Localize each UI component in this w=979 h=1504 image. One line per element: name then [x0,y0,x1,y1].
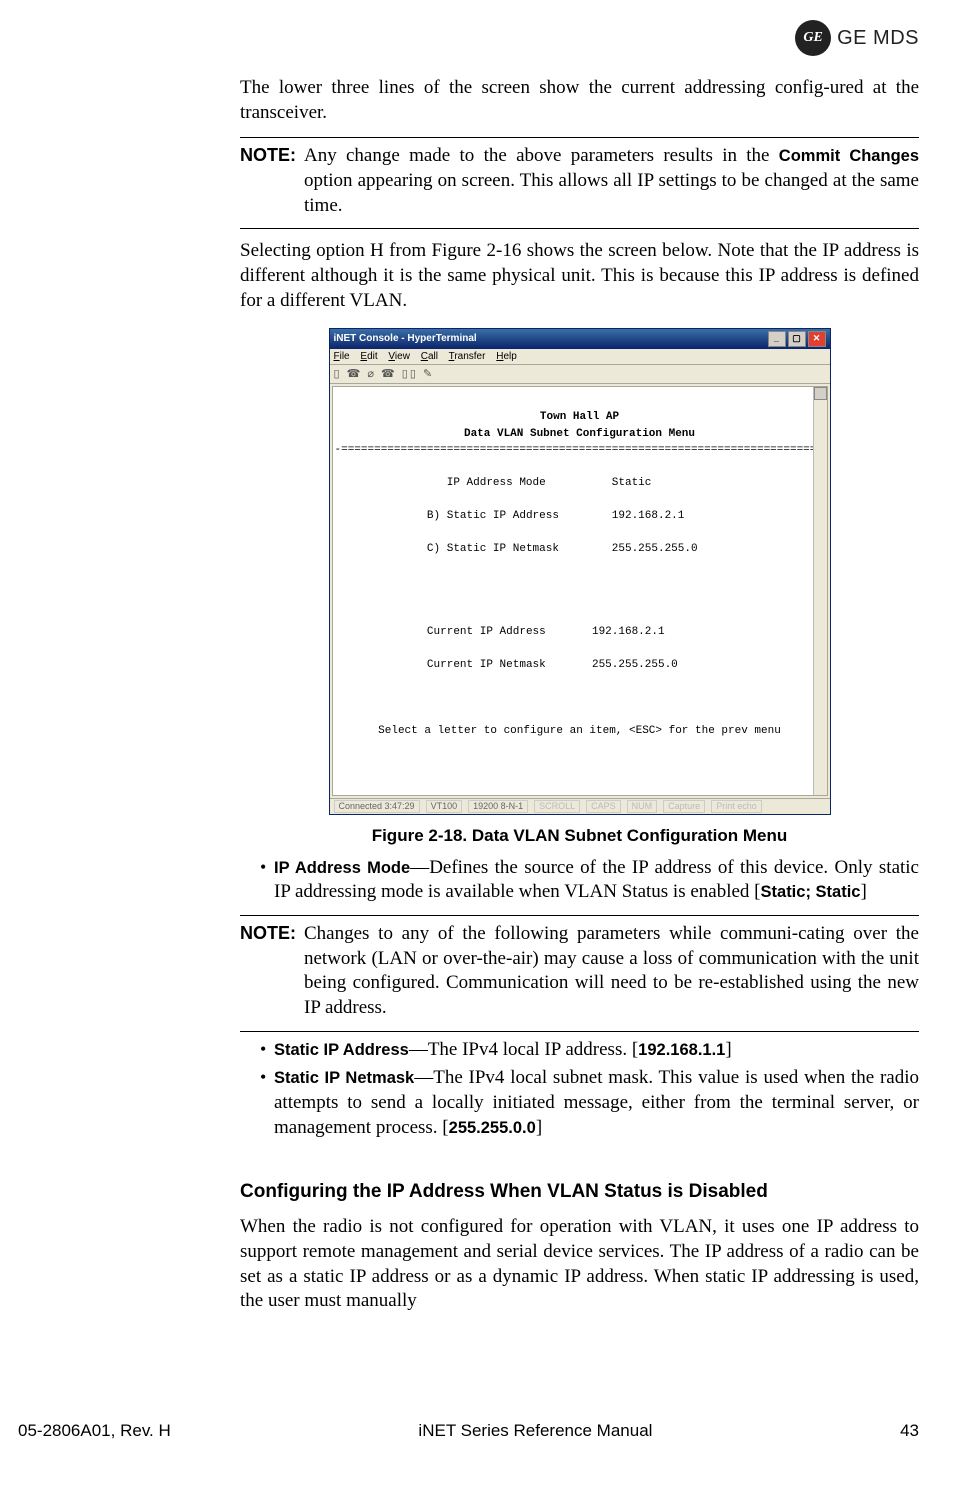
note-block-params: NOTE: Changes to any of the following pa… [240,922,919,1021]
note-bold-term: Commit Changes [779,147,919,165]
bracket-close: ] [860,881,866,902]
ip-mode-value: Static [612,477,652,489]
section-heading-vlan-disabled: Configuring the IP Address When VLAN Sta… [240,1180,919,1205]
menu-call[interactable]: Call [421,351,438,362]
term-title-1: Town Hall AP [335,409,825,426]
page-header: GE GE MDS [60,20,919,56]
vlan-disabled-paragraph: When the radio is not configured for ope… [240,1215,919,1314]
current-netmask-label: Current IP Netmask [427,659,546,671]
menu-file[interactable]: FFileile [334,351,350,362]
status-printecho: Print echo [711,800,762,814]
minimize-icon[interactable]: _ [768,331,786,347]
term-prompt: Select a letter to configure an item, <E… [335,723,825,740]
ip-mode-label: IP Address Mode [447,477,546,489]
term-separator: -=======================================… [335,444,828,456]
window-titlebar: iNET Console - HyperTerminal _ ▢ ✕ [330,329,830,349]
toolbar[interactable]: ▯ ☎ ⌀ ☎ ▯▯ ✎ [330,365,830,384]
desc-static-ip: —The IPv4 local IP address. [ [409,1039,638,1060]
term-title-2: Data VLAN Subnet Configuration Menu [335,426,825,443]
menu-view[interactable]: View [388,351,410,362]
note-label: NOTE: [240,144,296,218]
ge-monogram-icon: GE [795,20,831,56]
terminal-screen: Town Hall APData VLAN Subnet Configurati… [332,386,828,796]
menu-edit[interactable]: Edit [360,351,377,362]
figure-caption: Figure 2-18. Data VLAN Subnet Configurat… [240,825,919,847]
bullet-list-2: Static IP Address—The IPv4 local IP addr… [240,1038,919,1141]
status-baud: 19200 8-N-1 [468,800,528,814]
ge-mds-logo: GE GE MDS [795,20,919,56]
default-ip-mode: Static; Static [761,883,861,901]
divider [240,915,919,916]
intro-paragraph: The lower three lines of the screen show… [240,76,919,125]
hyperterminal-window: iNET Console - HyperTerminal _ ▢ ✕ FFile… [329,328,831,816]
note-label: NOTE: [240,922,296,1021]
static-ip-label: B) Static IP Address [427,510,559,522]
default-static-netmask: 255.255.0.0 [449,1119,536,1137]
scroll-thumb[interactable] [814,387,827,400]
menu-transfer[interactable]: Transfer [449,351,486,362]
status-connected: Connected 3:47:29 [334,800,420,814]
page-footer: 05-2806A01, Rev. H iNET Series Reference… [0,1420,979,1442]
bracket-close: ] [725,1039,731,1060]
close-icon[interactable]: ✕ [808,331,826,347]
status-capture: Capture [663,800,705,814]
note-pre: Any change made to the above parameters … [304,145,779,166]
divider [240,1031,919,1032]
divider [240,228,919,229]
status-bar: Connected 3:47:29 VT100 19200 8-N-1 SCRO… [330,798,830,815]
current-ip-label: Current IP Address [427,626,546,638]
static-ip-value: 192.168.2.1 [612,510,685,522]
ge-mds-text: GE MDS [837,25,919,51]
window-title: iNET Console - HyperTerminal [334,332,477,345]
footer-pagenum: 43 [900,1420,919,1442]
scrollbar[interactable] [813,387,827,795]
note-block-commit: NOTE: Any change made to the above param… [240,144,919,218]
select-h-paragraph: Selecting option H from Figure 2-16 show… [240,239,919,313]
term-static-netmask: Static IP Netmask [274,1069,414,1087]
term-ip-mode: IP Address Mode [274,859,410,877]
bracket-close: ] [536,1117,542,1138]
default-static-ip: 192.168.1.1 [638,1041,725,1059]
footer-title: iNET Series Reference Manual [418,1420,652,1442]
bullet-ip-address-mode: IP Address Mode—Defines the source of th… [260,856,919,905]
note-text: Changes to any of the following paramete… [304,922,919,1021]
current-netmask-value: 255.255.255.0 [592,659,678,671]
static-netmask-value: 255.255.255.0 [612,543,698,555]
note-post: option appearing on screen. This allows … [304,170,919,216]
status-scroll: SCROLL [534,800,580,814]
figure-terminal: iNET Console - HyperTerminal _ ▢ ✕ FFile… [240,328,919,816]
note-text: Any change made to the above parameters … [304,144,919,218]
status-term: VT100 [426,800,463,814]
status-caps: CAPS [586,800,621,814]
bullet-static-ip: Static IP Address—The IPv4 local IP addr… [260,1038,919,1063]
footer-docnum: 05-2806A01, Rev. H [18,1420,171,1442]
bullet-list-1: IP Address Mode—Defines the source of th… [240,856,919,905]
status-num: NUM [627,800,658,814]
current-ip-value: 192.168.2.1 [592,626,665,638]
divider [240,137,919,138]
menu-bar[interactable]: FFileile Edit View Call Transfer Help [330,349,830,365]
bullet-static-netmask: Static IP Netmask—The IPv4 local subnet … [260,1066,919,1140]
maximize-icon[interactable]: ▢ [788,331,806,347]
static-netmask-label: C) Static IP Netmask [427,543,559,555]
term-static-ip: Static IP Address [274,1041,409,1059]
menu-help[interactable]: Help [496,351,517,362]
